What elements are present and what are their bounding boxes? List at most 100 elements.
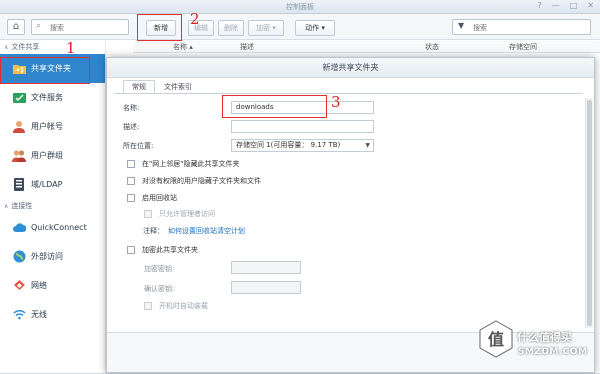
- group-icon: [12, 149, 26, 163]
- location-select[interactable]: 存储空间 1(可用容量： 9.17 TB) ▼: [231, 139, 374, 152]
- auto-mount-label: 开机时自动装载: [159, 302, 208, 310]
- recycle-schedule-link[interactable]: 如何设置回收站清空计划: [168, 227, 245, 235]
- domain-icon: [12, 178, 26, 192]
- sidebar-item-wireless[interactable]: 无线: [0, 300, 105, 329]
- sidebar-item-external-access[interactable]: 外部访问: [0, 242, 105, 271]
- encrypt-folder-checkbox[interactable]: [127, 246, 135, 254]
- auto-mount-checkbox[interactable]: [144, 302, 152, 310]
- network-icon: [12, 279, 26, 293]
- sidebar-item-label: 无线: [31, 310, 47, 319]
- sidebar-item-group[interactable]: 用户群组: [0, 141, 105, 170]
- sidebar-search-input[interactable]: [50, 22, 120, 33]
- encryption-key-field[interactable]: [231, 261, 301, 274]
- encrypt-folder-label: 加密此共享文件夹: [142, 246, 198, 254]
- action-dropdown[interactable]: 动作 ▾: [295, 20, 335, 36]
- recycle-note: 注释： 如何设置回收站清空计划: [143, 226, 245, 236]
- window-controls: ? — □ ✕: [537, 1, 594, 10]
- column-status[interactable]: 状态: [425, 42, 439, 52]
- home-button[interactable]: ⌂: [7, 19, 25, 35]
- annotation-number-3: 3: [331, 93, 341, 111]
- confirm-key-label: 确认密钥:: [144, 285, 175, 293]
- sidebar-item-file-service[interactable]: 文件服务: [0, 83, 105, 112]
- wifi-icon: [12, 308, 26, 322]
- column-storage[interactable]: 存储空间: [509, 42, 537, 52]
- sidebar-group-connectivity[interactable]: ∧ 连接性: [0, 199, 105, 213]
- control-panel-window: 控制面板 ? — □ ✕ ⌂ ⌕ 新增 编辑 删除 加密 ▾ 动作 ▾ ▼ 名称…: [0, 0, 600, 373]
- svg-text:值: 值: [488, 330, 504, 349]
- sidebar-item-user[interactable]: 用户帐号: [0, 112, 105, 141]
- sidebar-group-file-sharing[interactable]: ∧ 文件共享: [0, 40, 105, 54]
- annotation-box-1: [0, 57, 90, 84]
- sidebar-item-quickconnect[interactable]: QuickConnect: [0, 213, 105, 242]
- search-icon: ⌕: [36, 21, 42, 31]
- help-icon[interactable]: ?: [537, 1, 541, 10]
- hide-network-checkbox[interactable]: [127, 160, 135, 168]
- globe-icon: [12, 250, 26, 264]
- admin-only-option[interactable]: 只允许管理者访问: [144, 209, 215, 219]
- description-field[interactable]: [231, 120, 374, 133]
- collapse-icon: ∧: [4, 44, 9, 51]
- new-shared-folder-dialog: 新增共享文件夹 常规 文件索引 名称: downloads 描述: 所在位置: …: [106, 57, 595, 373]
- encrypt-dropdown[interactable]: 加密 ▾: [248, 20, 284, 36]
- user-icon: [12, 120, 26, 134]
- sidebar-item-domain-ldap[interactable]: 域/LDAP: [0, 170, 105, 199]
- column-name[interactable]: 名称 ▴: [173, 42, 193, 52]
- sidebar-item-network[interactable]: 网络: [0, 271, 105, 300]
- location-value: 存储空间 1(可用容量： 9.17 TB): [236, 141, 341, 149]
- watermark-url: SMZDM.COM: [518, 347, 588, 357]
- sidebar-item-label: 用户群组: [31, 151, 63, 160]
- dialog-scrollbar[interactable]: [585, 98, 593, 328]
- column-description[interactable]: 描述: [240, 42, 254, 52]
- auto-mount-option[interactable]: 开机时自动装载: [144, 301, 208, 311]
- filter-icon: ▼: [458, 21, 465, 30]
- table-header: 名称 ▴ 描述 状态 存储空间: [133, 41, 600, 53]
- description-label: 描述:: [123, 123, 140, 131]
- close-icon[interactable]: ✕: [587, 1, 594, 10]
- encryption-key-label: 加密密钥:: [144, 265, 175, 273]
- sidebar-item-label: 文件服务: [31, 93, 63, 102]
- hide-subfolders-label: 对没有权限的用户隐藏子文件夹和文件: [142, 177, 261, 185]
- sidebar-item-label: QuickConnect: [31, 223, 87, 232]
- sidebar-item-label: 外部访问: [31, 252, 63, 261]
- chevron-down-icon: ▼: [365, 142, 370, 149]
- sidebar: ∧ 文件共享 共享文件夹 文件服务 用户帐号 用户群组 域/LDAP ∧ 连接性…: [0, 40, 106, 373]
- watermark-logo: 值: [479, 320, 513, 358]
- recycle-bin-label: 启用回收站: [142, 194, 177, 202]
- window-title: 控制面板: [286, 3, 314, 11]
- file-service-icon: [12, 91, 26, 105]
- location-label: 所在位置:: [123, 142, 154, 150]
- hide-network-label: 在"网上邻居"隐藏此共享文件夹: [142, 160, 240, 168]
- annotation-number-1: 1: [66, 39, 76, 57]
- filter-search-input[interactable]: [473, 22, 583, 33]
- title-bar: 控制面板 ? — □ ✕: [0, 0, 600, 14]
- scrollbar-thumb[interactable]: [587, 100, 592, 326]
- hide-subfolders-option[interactable]: 对没有权限的用户隐藏子文件夹和文件: [127, 176, 261, 186]
- toolbar: ⌂ ⌕ 新增 编辑 删除 加密 ▾ 动作 ▾ ▼: [0, 14, 600, 40]
- recycle-bin-option[interactable]: 启用回收站: [127, 193, 177, 203]
- annotation-number-2: 2: [190, 10, 200, 28]
- watermark-text: 什么值得买: [517, 331, 572, 344]
- name-label: 名称:: [123, 104, 140, 112]
- general-form: 名称: downloads 描述: 所在位置: 存储空间 1(可用容量： 9.1…: [107, 58, 585, 374]
- hide-subfolders-checkbox[interactable]: [127, 177, 135, 185]
- delete-button[interactable]: 删除: [218, 20, 244, 36]
- sidebar-item-label: 域/LDAP: [31, 180, 63, 189]
- sidebar-item-label: 网络: [31, 281, 47, 290]
- annotation-box-3: [222, 95, 327, 118]
- collapse-icon: ∧: [4, 203, 9, 210]
- quickconnect-icon: [12, 221, 26, 235]
- sidebar-search[interactable]: ⌕: [31, 19, 129, 35]
- home-icon: ⌂: [12, 21, 20, 32]
- annotation-box-2: [137, 14, 182, 41]
- admin-only-label: 只允许管理者访问: [159, 210, 215, 218]
- sidebar-item-label: 用户帐号: [31, 122, 63, 131]
- recycle-bin-checkbox[interactable]: [127, 194, 135, 202]
- maximize-icon[interactable]: □: [570, 1, 578, 10]
- hide-network-option[interactable]: 在"网上邻居"隐藏此共享文件夹: [127, 159, 239, 169]
- note-label: 注释：: [143, 227, 164, 235]
- filter-search[interactable]: ▼: [452, 19, 591, 35]
- confirm-key-field[interactable]: [231, 281, 301, 294]
- admin-only-checkbox[interactable]: [144, 210, 152, 218]
- encrypt-folder-option[interactable]: 加密此共享文件夹: [127, 245, 198, 255]
- minimize-icon[interactable]: —: [552, 1, 560, 10]
